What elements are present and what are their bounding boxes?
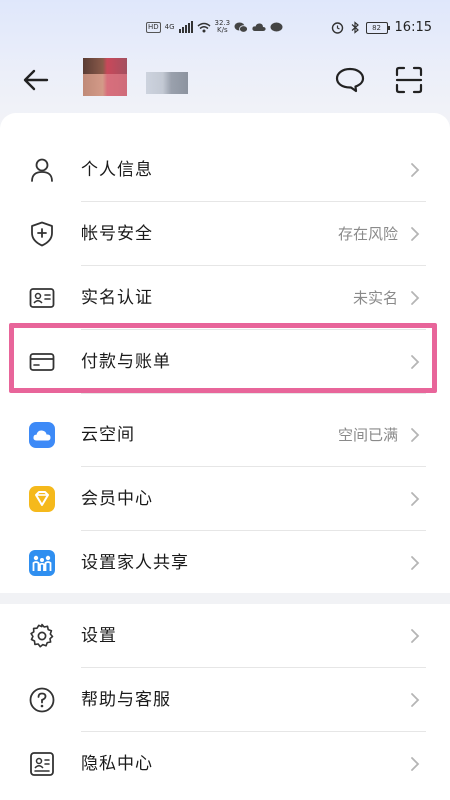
menu-value: 空间已满 (337, 426, 398, 444)
status-time: 16:15 (394, 20, 432, 35)
back-arrow-icon[interactable] (22, 66, 50, 94)
hd-badge: HD (146, 21, 161, 33)
divider (81, 393, 426, 394)
menu-item-privacy-center[interactable]: 隐私中心 (0, 732, 450, 796)
chevron-right-icon (411, 556, 420, 570)
menu-item-help-support[interactable]: 帮助与客服 (0, 668, 450, 732)
chevron-right-icon (411, 629, 420, 643)
chevron-right-icon (411, 291, 420, 305)
net-speed-unit: K/s (217, 26, 228, 34)
chevron-right-icon (411, 428, 420, 442)
menu-label: 帐号安全 (81, 224, 153, 244)
menu-label: 帮助与客服 (81, 690, 171, 710)
menu-item-account-security[interactable]: 帐号安全 存在风险 (0, 202, 450, 266)
help-icon (29, 687, 55, 713)
menu-label: 个人信息 (81, 160, 153, 180)
id-card-icon (29, 288, 55, 308)
menu-label: 实名认证 (81, 288, 153, 308)
menu-label: 隐私中心 (81, 754, 153, 774)
battery-indicator: 82 (365, 21, 390, 34)
menu-item-real-name-auth[interactable]: 实名认证 未实名 (0, 266, 450, 330)
chat-icon[interactable] (334, 66, 366, 94)
menu-item-settings[interactable]: 设置 (0, 604, 450, 668)
network-type: 4G (164, 23, 175, 31)
menu-label: 会员中心 (81, 489, 153, 509)
settings-menu-card: 设置 帮助与客服 隐私中心 (0, 604, 450, 800)
status-bar: HD 4G 32.3 K/s 82 16:15 (0, 14, 450, 46)
privacy-icon (30, 752, 54, 776)
chevron-right-icon (411, 163, 420, 177)
person-icon (31, 158, 53, 182)
chevron-right-icon (411, 492, 420, 506)
menu-item-member-center[interactable]: 会员中心 (0, 467, 450, 531)
menu-value: 未实名 (352, 289, 398, 307)
vip-diamond-icon (29, 486, 55, 512)
bluetooth-icon (351, 21, 359, 34)
menu-label: 云空间 (81, 425, 135, 445)
alarm-icon (331, 22, 343, 34)
wifi-icon (197, 22, 211, 32)
shield-icon (31, 221, 53, 247)
message-status-icon (270, 22, 283, 31)
status-right: 82 16:15 (331, 20, 432, 35)
profile-header: HD 4G 32.3 K/s 82 16:15 (0, 0, 450, 125)
menu-label: 设置 (81, 626, 117, 646)
signal-icon (178, 21, 193, 33)
menu-value: 存在风险 (337, 225, 398, 243)
menu-item-cloud-space[interactable]: 云空间 空间已满 (0, 403, 450, 467)
wechat-icon (234, 22, 249, 33)
status-left: HD 4G 32.3 K/s (146, 20, 283, 34)
menu-item-personal-info[interactable]: 个人信息 (0, 138, 450, 202)
family-icon (29, 550, 55, 576)
scan-icon[interactable] (394, 66, 424, 94)
cloud-icon (29, 422, 55, 448)
avatar[interactable] (83, 58, 127, 96)
chevron-right-icon (411, 693, 420, 707)
highlight-box (9, 323, 437, 393)
chevron-right-icon (411, 227, 420, 241)
gear-icon (30, 623, 54, 648)
net-speed: 32.3 K/s (215, 20, 231, 34)
username-blurred (146, 72, 188, 94)
chevron-right-icon (411, 757, 420, 771)
menu-item-family-sharing[interactable]: 设置家人共享 (0, 531, 450, 595)
cloud-status-icon (252, 23, 266, 31)
menu-label: 设置家人共享 (81, 553, 189, 573)
